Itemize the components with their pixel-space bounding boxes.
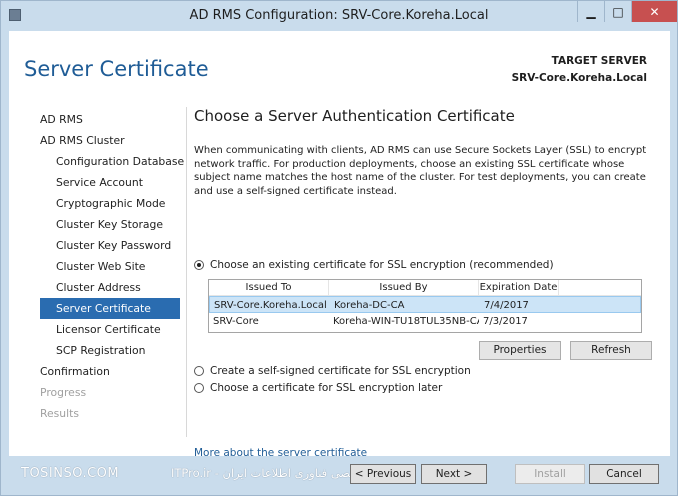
nav-item-configuration-database[interactable]: Configuration Database (40, 151, 184, 172)
nav-item-progress: Progress (40, 386, 87, 399)
target-server: TARGET SERVER SRV-Core.Koreha.Local (512, 53, 647, 87)
next-button[interactable]: Next > (421, 464, 487, 484)
option-existing-label: Choose an existing certificate for SSL e… (210, 259, 554, 271)
radio-self-signed[interactable] (194, 366, 204, 376)
refresh-button[interactable]: Refresh (570, 341, 652, 360)
radio-existing-certificate[interactable] (194, 260, 204, 270)
cell-expiration-date: 7/3/2017 (483, 316, 528, 327)
option-later[interactable]: Choose a certificate for SSL encryption … (194, 382, 442, 394)
page-title: Server Certificate (24, 57, 209, 81)
window-title: AD RMS Configuration: SRV-Core.Koreha.Lo… (189, 8, 489, 23)
cell-issued-by: Koreha-DC-CA (334, 300, 405, 311)
table-header: Issued To Issued By Expiration Date (209, 280, 641, 296)
section-heading: Choose a Server Authentication Certifica… (194, 107, 515, 125)
configuration-window: AD RMS Configuration: SRV-Core.Koreha.Lo… (0, 0, 678, 496)
nav-item-scp-registration[interactable]: SCP Registration (40, 340, 180, 361)
cell-issued-to: SRV-Core.Koreha.Local (214, 300, 327, 311)
option-self-signed[interactable]: Create a self-signed certificate for SSL… (194, 365, 471, 377)
radio-later[interactable] (194, 383, 204, 393)
column-issued-to[interactable]: Issued To (209, 280, 329, 295)
nav-item-server-certificate[interactable]: Server Certificate (40, 298, 180, 319)
table-row[interactable]: SRV-Core Koreha-WIN-TU18TUL35NB-CA 7/3/2… (209, 313, 641, 330)
nav-item-cluster-web-site[interactable]: Cluster Web Site (40, 256, 180, 277)
option-later-label: Choose a certificate for SSL encryption … (210, 382, 443, 394)
certificate-table: Issued To Issued By Expiration Date SRV-… (208, 279, 642, 333)
nav-item-cluster-key-storage[interactable]: Cluster Key Storage (40, 214, 180, 235)
option-self-signed-label: Create a self-signed certificate for SSL… (210, 365, 471, 377)
nav-item-service-account[interactable]: Service Account (40, 172, 180, 193)
table-row[interactable]: SRV-Core.Koreha.Local Koreha-DC-CA 7/4/2… (209, 296, 641, 313)
nav-item-ad-rms[interactable]: AD RMS (40, 109, 180, 130)
option-existing-certificate[interactable]: Choose an existing certificate for SSL e… (194, 259, 554, 271)
install-button: Install (515, 464, 585, 484)
column-expiration-date[interactable]: Expiration Date (479, 280, 559, 295)
minimize-icon[interactable]: ▁ (577, 1, 604, 22)
wizard-body: Server Certificate TARGET SERVER SRV-Cor… (9, 31, 670, 459)
nav-item-ad-rms-cluster[interactable]: AD RMS Cluster (40, 130, 180, 151)
nav-item-cluster-key-password[interactable]: Cluster Key Password (40, 235, 180, 256)
cell-issued-by: Koreha-WIN-TU18TUL35NB-CA (333, 316, 479, 327)
cell-expiration-date: 7/4/2017 (484, 300, 529, 311)
column-issued-by[interactable]: Issued By (329, 280, 479, 295)
wizard-nav: AD RMS AD RMS Cluster Configuration Data… (40, 109, 184, 424)
watermark-left: TOSINSO.COM (21, 466, 120, 481)
nav-item-confirmation[interactable]: Confirmation (40, 361, 180, 382)
maximize-icon[interactable]: □ (604, 1, 631, 22)
nav-item-licensor-certificate[interactable]: Licensor Certificate (40, 319, 180, 340)
cancel-button[interactable]: Cancel (589, 464, 659, 484)
nav-item-results: Results (40, 407, 79, 420)
nav-item-cluster-address[interactable]: Cluster Address (40, 277, 180, 298)
target-server-value: SRV-Core.Koreha.Local (511, 72, 647, 84)
close-icon[interactable]: ✕ (631, 1, 677, 22)
main-content: Choose a Server Authentication Certifica… (194, 107, 654, 459)
nav-item-cryptographic-mode[interactable]: Cryptographic Mode (40, 193, 180, 214)
previous-button[interactable]: < Previous (350, 464, 416, 484)
title-bar[interactable]: AD RMS Configuration: SRV-Core.Koreha.Lo… (1, 1, 677, 31)
wizard-footer: TOSINSO.COM انجمن تخصصی فناوری اطلاعات ا… (9, 456, 670, 491)
section-description: When communicating with clients, AD RMS … (194, 145, 647, 197)
nav-divider (186, 107, 187, 437)
cell-issued-to: SRV-Core (213, 316, 259, 327)
target-server-label: TARGET SERVER (551, 55, 647, 67)
properties-button[interactable]: Properties (479, 341, 561, 360)
